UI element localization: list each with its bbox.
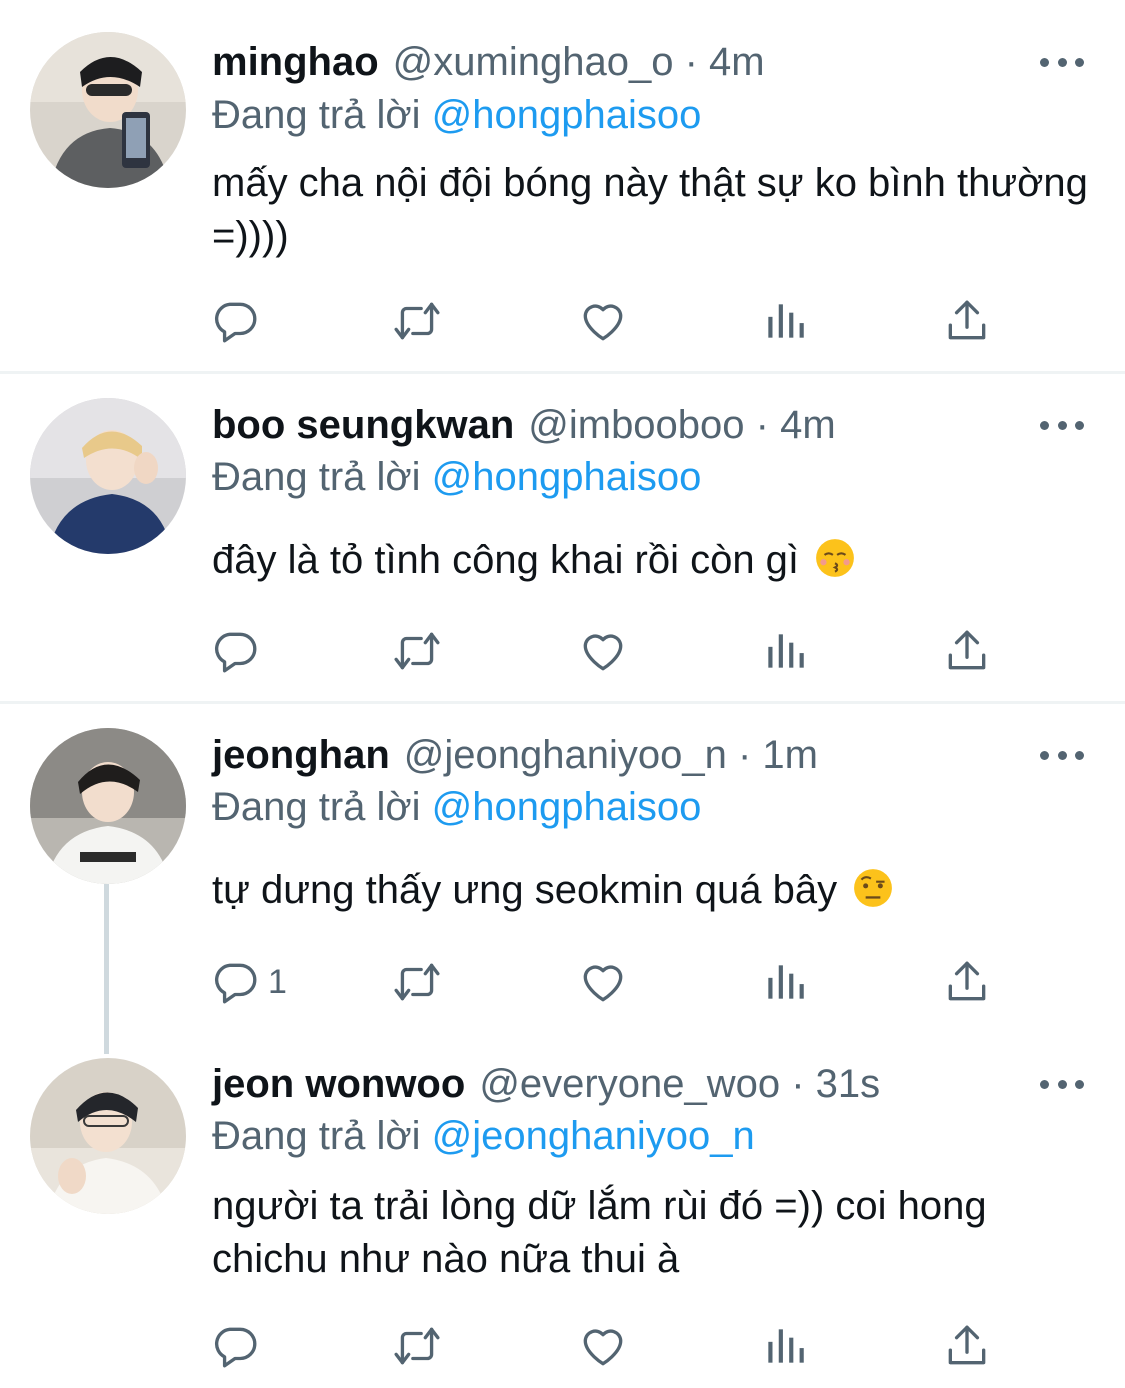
kissing-face-icon (816, 539, 855, 577)
like-button[interactable] (578, 957, 628, 1007)
reply-icon (210, 626, 260, 676)
separator: · (726, 733, 763, 777)
tweet-text: đây là tỏ tình công khai rồi còn gì (212, 534, 1092, 587)
tweet-3[interactable]: jeonghan @jeonghaniyoo_n · 1m Đang trả lờ… (0, 704, 1125, 1054)
share-icon (942, 296, 992, 346)
like-icon (578, 1321, 628, 1371)
replying-label: Đang trả lời (212, 455, 421, 499)
analytics-button[interactable] (760, 957, 810, 1007)
share-icon (942, 957, 992, 1007)
analytics-icon (760, 296, 810, 346)
raised-eyebrow-face-icon (854, 869, 893, 907)
tweet-4[interactable]: jeon wonwoo @everyone_woo · 31s Đang trả … (0, 1054, 1125, 1388)
reply-button[interactable]: 1 (210, 957, 287, 1007)
like-button[interactable] (578, 296, 628, 346)
like-button[interactable] (578, 626, 628, 676)
mention-link[interactable]: @jeonghaniyoo_n (432, 1114, 755, 1158)
display-name[interactable]: minghao (212, 40, 379, 84)
tweet-text-content: tự dưng thấy ưng seokmin quá bây (212, 868, 838, 912)
timestamp[interactable]: 4m (709, 40, 765, 84)
like-button[interactable] (578, 1321, 628, 1371)
share-icon (942, 1321, 992, 1371)
analytics-icon (760, 957, 810, 1007)
tweet-text: mấy cha nội đội bóng này thật sự ko bình… (212, 157, 1092, 263)
retweet-icon (392, 1321, 442, 1371)
replying-label: Đang trả lời (212, 93, 421, 137)
action-bar (210, 1321, 1010, 1371)
reply-count: 1 (268, 962, 287, 1001)
analytics-button[interactable] (760, 1321, 810, 1371)
share-button[interactable] (942, 1321, 992, 1371)
retweet-button[interactable] (392, 626, 442, 676)
retweet-button[interactable] (392, 1321, 442, 1371)
separator: · (780, 1062, 816, 1106)
analytics-button[interactable] (760, 296, 810, 346)
replying-to: Đang trả lời @hongphaisoo (212, 782, 701, 832)
reply-button[interactable] (210, 296, 268, 346)
separator: · (673, 40, 709, 84)
like-icon (578, 296, 628, 346)
like-icon (578, 626, 628, 676)
display-name[interactable]: boo seungkwan (212, 403, 514, 447)
replying-to: Đang trả lời @hongphaisoo (212, 90, 701, 140)
mention-link[interactable]: @hongphaisoo (432, 93, 702, 137)
username[interactable]: @imbooboo (528, 403, 744, 447)
more-icon[interactable] (1040, 745, 1084, 765)
analytics-button[interactable] (760, 626, 810, 676)
replying-to: Đang trả lời @jeonghaniyoo_n (212, 1111, 755, 1161)
reply-icon (210, 1321, 260, 1371)
reply-icon (210, 957, 260, 1007)
tweet-text: người ta trải lòng dữ lắm rùi đó =)) coi… (212, 1180, 1092, 1286)
action-bar (210, 296, 1010, 346)
more-icon[interactable] (1040, 415, 1084, 435)
mention-link[interactable]: @hongphaisoo (432, 785, 702, 829)
share-button[interactable] (942, 626, 992, 676)
display-name[interactable]: jeon wonwoo (212, 1062, 465, 1106)
action-bar (210, 626, 1010, 676)
tweet-header: minghao @xuminghao_o · 4m (212, 36, 765, 88)
more-icon[interactable] (1040, 52, 1084, 72)
tweet-header: boo seungkwan @imbooboo · 4m (212, 399, 836, 451)
reply-button[interactable] (210, 1321, 268, 1371)
mention-link[interactable]: @hongphaisoo (432, 455, 702, 499)
retweet-icon (392, 957, 442, 1007)
reply-icon (210, 296, 260, 346)
retweet-button[interactable] (392, 296, 442, 346)
retweet-button[interactable] (392, 957, 442, 1007)
action-bar: 1 (210, 957, 1010, 1007)
avatar[interactable] (30, 398, 186, 554)
tweet-2[interactable]: boo seungkwan @imbooboo · 4m Đang trả lời… (0, 374, 1125, 700)
avatar[interactable] (30, 728, 186, 884)
like-icon (578, 957, 628, 1007)
share-button[interactable] (942, 296, 992, 346)
tweet-text: tự dưng thấy ưng seokmin quá bây (212, 864, 1092, 917)
username[interactable]: @everyone_woo (479, 1062, 780, 1106)
tweet-text-content: mấy cha nội đội bóng này thật sự ko bình… (212, 161, 1088, 258)
analytics-icon (760, 626, 810, 676)
replying-label: Đang trả lời (212, 1114, 421, 1158)
replying-label: Đang trả lời (212, 785, 421, 829)
replying-to: Đang trả lời @hongphaisoo (212, 452, 701, 502)
analytics-icon (760, 1321, 810, 1371)
more-icon[interactable] (1040, 1074, 1084, 1094)
avatar[interactable] (30, 1058, 186, 1214)
avatar[interactable] (30, 32, 186, 188)
tweet-1[interactable]: minghao @xuminghao_o · 4m Đang trả lời @h… (0, 0, 1125, 372)
separator: · (744, 403, 781, 447)
timestamp[interactable]: 31s (816, 1062, 881, 1106)
tweet-text-content: người ta trải lòng dữ lắm rùi đó =)) coi… (212, 1184, 987, 1281)
tweet-header: jeon wonwoo @everyone_woo · 31s (212, 1058, 880, 1110)
retweet-icon (392, 296, 442, 346)
tweet-text-content: đây là tỏ tình công khai rồi còn gì (212, 538, 800, 582)
username[interactable]: @jeonghaniyoo_n (404, 733, 727, 777)
display-name[interactable]: jeonghan (212, 733, 390, 777)
tweet-header: jeonghan @jeonghaniyoo_n · 1m (212, 729, 818, 781)
share-icon (942, 626, 992, 676)
share-button[interactable] (942, 957, 992, 1007)
timestamp[interactable]: 4m (780, 403, 836, 447)
timestamp[interactable]: 1m (762, 733, 818, 777)
reply-button[interactable] (210, 626, 268, 676)
retweet-icon (392, 626, 442, 676)
username[interactable]: @xuminghao_o (393, 40, 674, 84)
